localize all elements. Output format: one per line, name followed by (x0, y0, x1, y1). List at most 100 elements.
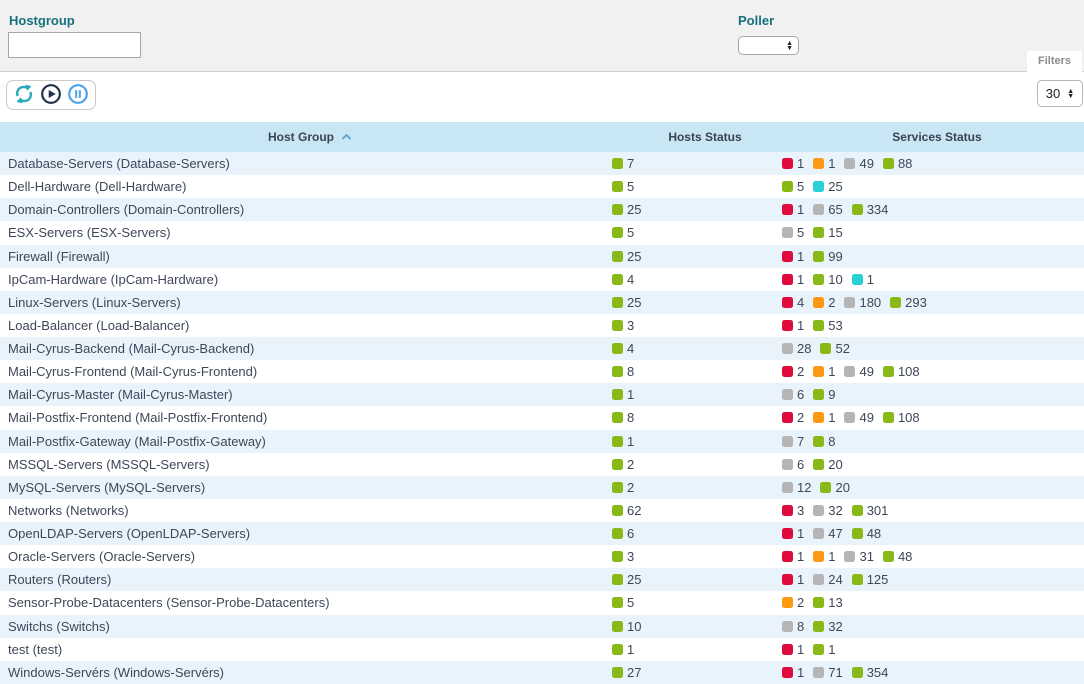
hosts-status-cell: 25 (612, 249, 782, 264)
unknown-status-badge (813, 204, 824, 215)
status-badge-group: 108 (883, 410, 920, 425)
ok-status-badge (813, 320, 824, 331)
status-count: 48 (867, 526, 881, 541)
hostgroup-name[interactable]: Routers (Routers) (0, 572, 612, 587)
services-status-cell: 1101 (782, 272, 1084, 287)
ok-status-badge (813, 227, 824, 238)
status-badge-group: 301 (852, 503, 889, 518)
warning-status-badge (782, 597, 793, 608)
table-row: Switchs (Switchs)10832 (0, 615, 1084, 638)
hostgroup-name[interactable]: Oracle-Servers (Oracle-Servers) (0, 549, 612, 564)
services-status-cell: 213 (782, 595, 1084, 610)
page-size-select[interactable]: 30 ▲▼ (1037, 80, 1083, 107)
status-count: 48 (898, 549, 912, 564)
status-count: 25 (627, 249, 641, 264)
stepper-icon: ▲▼ (1067, 89, 1074, 99)
hostgroup-name[interactable]: Load-Balancer (Load-Balancer) (0, 318, 612, 333)
status-count: 1 (797, 156, 804, 171)
ok-status-badge (883, 158, 894, 169)
services-status-cell: 124125 (782, 572, 1084, 587)
ok-status-badge (612, 551, 623, 562)
poller-select[interactable]: ▲▼ (738, 36, 799, 55)
ok-status-badge (852, 204, 863, 215)
status-badge-group: 8 (612, 410, 634, 425)
play-button[interactable] (40, 84, 62, 106)
status-badge-group: 8 (813, 434, 835, 449)
filter-panel: Hostgroup Poller ▲▼ Filters (0, 0, 1084, 72)
status-badge-group: 31 (844, 549, 873, 564)
hostgroup-name[interactable]: Dell-Hardware (Dell-Hardware) (0, 179, 612, 194)
services-status-cell: 165334 (782, 202, 1084, 217)
ok-status-badge (612, 482, 623, 493)
critical-status-badge (782, 320, 793, 331)
hostgroup-name[interactable]: Mail-Cyrus-Master (Mail-Cyrus-Master) (0, 387, 612, 402)
status-badge-group: 9 (813, 387, 835, 402)
status-badge-group: 99 (813, 249, 842, 264)
status-badge-group: 1 (782, 549, 804, 564)
hostgroup-input[interactable] (8, 32, 141, 58)
status-badge-group: 10 (813, 272, 842, 287)
column-header-services-status[interactable]: Services Status (790, 130, 1084, 144)
status-badge-group: 1 (852, 272, 874, 287)
services-status-cell: 42180293 (782, 295, 1084, 310)
hostgroup-name[interactable]: MSSQL-Servers (MSSQL-Servers) (0, 457, 612, 472)
status-count: 1 (828, 364, 835, 379)
status-badge-group: 1 (813, 642, 835, 657)
hostgroup-name[interactable]: Database-Servers (Database-Servers) (0, 156, 612, 171)
hostgroup-name[interactable]: Mail-Postfix-Gateway (Mail-Postfix-Gatew… (0, 434, 612, 449)
pause-button[interactable] (67, 84, 89, 106)
critical-status-badge (782, 667, 793, 678)
hosts-status-cell: 4 (612, 272, 782, 287)
critical-status-badge (782, 366, 793, 377)
hostgroup-name[interactable]: ESX-Servers (ESX-Servers) (0, 225, 612, 240)
status-count: 1 (828, 410, 835, 425)
services-status-cell: 1 1 31 48 (782, 549, 1084, 564)
ok-status-badge (612, 297, 623, 308)
hostgroup-name[interactable]: Linux-Servers (Linux-Servers) (0, 295, 612, 310)
hostgroup-name[interactable]: Windows-Servérs (Windows-Servérs) (0, 665, 612, 680)
services-status-cell: 11 (782, 642, 1084, 657)
status-count: 28 (797, 341, 811, 356)
hostgroup-name[interactable]: test (test) (0, 642, 612, 657)
ok-status-badge (612, 505, 623, 516)
status-badge-group: 48 (883, 549, 912, 564)
table-row: Mail-Postfix-Frontend (Mail-Postfix-Fron… (0, 406, 1084, 429)
hostgroup-name[interactable]: Sensor-Probe-Datacenters (Sensor-Probe-D… (0, 595, 612, 610)
hostgroup-name[interactable]: Mail-Cyrus-Frontend (Mail-Cyrus-Frontend… (0, 364, 612, 379)
hostgroup-name[interactable]: Domain-Controllers (Domain-Controllers) (0, 202, 612, 217)
status-count: 4 (627, 341, 634, 356)
hostgroup-name[interactable]: Networks (Networks) (0, 503, 612, 518)
hostgroup-name[interactable]: IpCam-Hardware (IpCam-Hardware) (0, 272, 612, 287)
status-badge-group: 1 (782, 249, 804, 264)
status-count: 20 (835, 480, 849, 495)
hostgroup-name[interactable]: Firewall (Firewall) (0, 249, 612, 264)
hostgroup-name[interactable]: Mail-Cyrus-Backend (Mail-Cyrus-Backend) (0, 341, 612, 356)
pause-icon (67, 83, 89, 108)
status-count: 1 (828, 549, 835, 564)
hostgroup-name[interactable]: OpenLDAP-Servers (OpenLDAP-Servers) (0, 526, 612, 541)
hostgroup-name[interactable]: MySQL-Servers (MySQL-Servers) (0, 480, 612, 495)
filters-tab[interactable]: Filters (1027, 51, 1082, 72)
status-badge-group: 2 (813, 295, 835, 310)
status-badge-group: 32 (813, 619, 842, 634)
status-count: 53 (828, 318, 842, 333)
column-header-host-group[interactable]: Host Group (0, 130, 620, 144)
status-count: 2 (797, 410, 804, 425)
ok-status-badge (813, 389, 824, 400)
status-count: 1 (797, 572, 804, 587)
hostgroup-name[interactable]: Mail-Postfix-Frontend (Mail-Postfix-Fron… (0, 410, 612, 425)
services-status-cell: 1220 (782, 480, 1084, 495)
status-count: 49 (859, 364, 873, 379)
table-row: Networks (Networks)62332301 (0, 499, 1084, 522)
ok-status-badge (883, 412, 894, 423)
table-row: Firewall (Firewall) 25 1 99 (0, 245, 1084, 268)
pending-status-badge (813, 181, 824, 192)
page-size-value: 30 (1046, 86, 1060, 101)
unknown-status-badge (782, 621, 793, 632)
refresh-button[interactable] (13, 84, 35, 106)
ok-status-badge (612, 251, 623, 262)
hostgroup-name[interactable]: Switchs (Switchs) (0, 619, 612, 634)
table-row: MSSQL-Servers (MSSQL-Servers)2620 (0, 453, 1084, 476)
column-header-hosts-status[interactable]: Hosts Status (620, 130, 790, 144)
hostgroup-label: Hostgroup (9, 13, 75, 28)
